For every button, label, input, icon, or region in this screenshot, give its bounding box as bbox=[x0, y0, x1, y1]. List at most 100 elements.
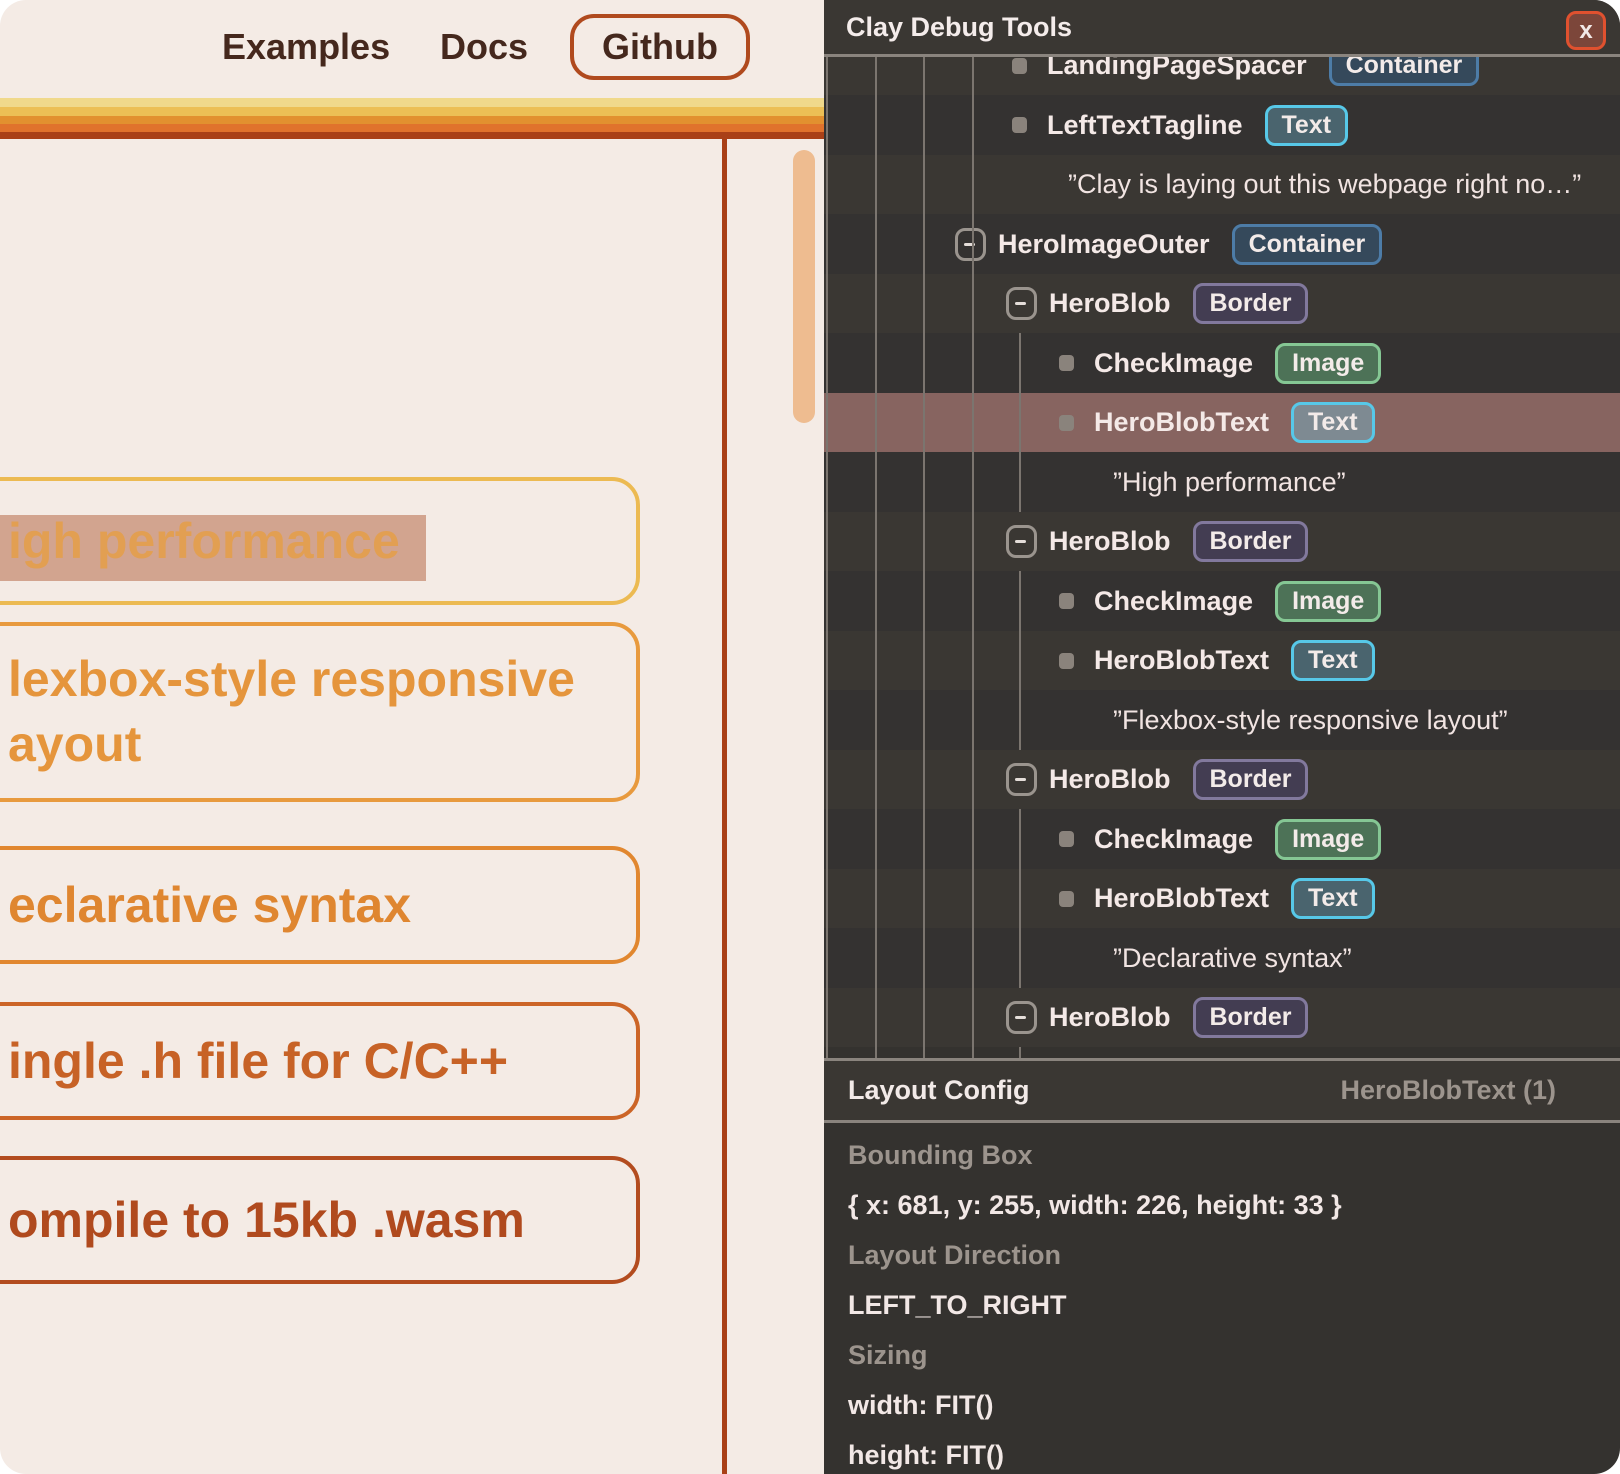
tree-row[interactable]: ”Declarative syntax” bbox=[824, 928, 1620, 988]
config-value: { x: 681, y: 255, width: 226, height: 33… bbox=[848, 1190, 1342, 1221]
leaf-bullet-icon bbox=[1012, 117, 1027, 133]
layout-config-title: Layout Config bbox=[848, 1075, 1029, 1106]
indent-guide bbox=[1019, 571, 1021, 750]
leaf-bullet-icon bbox=[1059, 891, 1074, 907]
element-type-badge: Image bbox=[1275, 343, 1381, 384]
element-tree: LandingPageSpacer Container LeftTextTagl… bbox=[824, 57, 1620, 1058]
feature-box: ingle .h file for C/C++ bbox=[0, 1002, 640, 1120]
collapse-minus-icon[interactable] bbox=[1006, 1001, 1037, 1034]
feature-box: lexbox-style responsive ayout bbox=[0, 622, 640, 802]
tree-row[interactable]: HeroBlob Border bbox=[824, 750, 1620, 810]
page-scrollbar-thumb[interactable] bbox=[793, 150, 815, 423]
element-type-badge: Text bbox=[1291, 402, 1375, 443]
element-name: CheckImage bbox=[1094, 586, 1253, 617]
leaf-bullet-icon bbox=[1059, 831, 1074, 847]
tree-row[interactable]: CheckImage Image bbox=[824, 571, 1620, 631]
config-value: height: FIT() bbox=[848, 1440, 1004, 1471]
element-name: HeroBlob bbox=[1049, 526, 1171, 557]
leaf-bullet-icon bbox=[1059, 355, 1074, 371]
vertical-divider bbox=[722, 139, 727, 1474]
debug-panel-title: Clay Debug Tools bbox=[846, 0, 1072, 54]
tree-row[interactable]: HeroBlob Border bbox=[824, 988, 1620, 1048]
feature-text: igh performance bbox=[8, 509, 400, 574]
nav-link-examples[interactable]: Examples bbox=[222, 26, 390, 68]
collapse-minus-icon[interactable] bbox=[1006, 763, 1037, 796]
tree-row[interactable]: ”High performance” bbox=[824, 452, 1620, 512]
config-label: Sizing bbox=[848, 1340, 928, 1371]
indent-guide bbox=[826, 57, 828, 1058]
element-type-badge: Container bbox=[1329, 57, 1480, 86]
indent-guide bbox=[1019, 333, 1021, 512]
tree-row[interactable]: CheckImage Image bbox=[824, 809, 1620, 869]
feature-box: igh performance bbox=[0, 477, 640, 605]
leaf-bullet-icon bbox=[1059, 593, 1074, 609]
github-button[interactable]: Github bbox=[570, 14, 750, 80]
tree-row[interactable]: LandingPageSpacer Container bbox=[824, 57, 1620, 95]
close-button[interactable]: x bbox=[1566, 11, 1606, 50]
stripe-band bbox=[0, 107, 824, 116]
clay-debug-panel: Clay Debug Tools x LandingPageSpacer Con… bbox=[824, 0, 1620, 1474]
element-name: LandingPageSpacer bbox=[1047, 57, 1307, 81]
element-type-badge: Text bbox=[1291, 878, 1375, 919]
element-text-content: ”Clay is laying out this webpage right n… bbox=[1068, 169, 1581, 200]
tree-row[interactable]: HeroBlob Border bbox=[824, 274, 1620, 334]
tree-row[interactable]: ”Flexbox-style responsive layout” bbox=[824, 690, 1620, 750]
element-text-content: ”High performance” bbox=[1113, 467, 1346, 498]
element-name: HeroBlob bbox=[1049, 288, 1171, 319]
close-icon: x bbox=[1579, 17, 1592, 45]
tree-row[interactable]: LeftTextTagline Text bbox=[824, 95, 1620, 155]
tree-row[interactable]: HeroBlobText Text bbox=[824, 869, 1620, 929]
stripe-band bbox=[0, 124, 824, 132]
element-type-badge: Border bbox=[1193, 521, 1309, 562]
element-name: HeroBlobText bbox=[1094, 883, 1269, 914]
element-type-badge: Image bbox=[1275, 581, 1381, 622]
element-type-badge: Text bbox=[1265, 105, 1349, 146]
feature-box: ompile to 15kb .wasm bbox=[0, 1156, 640, 1284]
element-name: HeroImageOuter bbox=[998, 229, 1210, 260]
element-name: HeroBlobText bbox=[1094, 645, 1269, 676]
element-name: HeroBlob bbox=[1049, 1002, 1171, 1033]
feature-text: lexbox-style responsive ayout bbox=[8, 647, 575, 777]
stripe-band bbox=[0, 98, 824, 107]
element-type-badge: Container bbox=[1232, 224, 1383, 265]
feature-text: eclarative syntax bbox=[8, 873, 411, 938]
element-type-badge: Text bbox=[1291, 640, 1375, 681]
collapse-minus-icon[interactable] bbox=[1006, 287, 1037, 320]
element-text-content: ”Flexbox-style responsive layout” bbox=[1113, 705, 1508, 736]
indent-guide bbox=[972, 57, 974, 1058]
indent-guide bbox=[1019, 1047, 1021, 1058]
feature-box: eclarative syntax bbox=[0, 846, 640, 964]
config-label: Layout Direction bbox=[848, 1240, 1061, 1271]
config-value: LEFT_TO_RIGHT bbox=[848, 1290, 1067, 1321]
tree-row[interactable]: CheckImage Image bbox=[824, 333, 1620, 393]
nav-link-docs[interactable]: Docs bbox=[440, 26, 528, 68]
element-name: LeftTextTagline bbox=[1047, 110, 1243, 141]
debug-panel-header: Clay Debug Tools x bbox=[824, 0, 1620, 57]
layout-config-body: Bounding Box { x: 681, y: 255, width: 226… bbox=[848, 1130, 1596, 1474]
feature-text: ompile to 15kb .wasm bbox=[8, 1188, 525, 1253]
tree-row[interactable]: HeroImageOuter Container bbox=[824, 214, 1620, 274]
indent-guide bbox=[923, 57, 925, 1058]
indent-guide bbox=[875, 57, 877, 1058]
feature-text: ingle .h file for C/C++ bbox=[8, 1029, 508, 1094]
app-window: Examples Docs Github igh performance lex… bbox=[0, 0, 1620, 1474]
indent-guide bbox=[1019, 809, 1021, 988]
element-type-badge: Border bbox=[1193, 283, 1309, 324]
config-label: Bounding Box bbox=[848, 1140, 1032, 1171]
collapse-minus-icon[interactable] bbox=[955, 228, 986, 261]
element-type-badge: Image bbox=[1275, 819, 1381, 860]
leaf-bullet-icon bbox=[1059, 415, 1074, 431]
element-type-badge: Border bbox=[1193, 997, 1309, 1038]
tree-row[interactable]: ”Clay is laying out this webpage right n… bbox=[824, 155, 1620, 215]
tree-row[interactable]: HeroBlobText Text bbox=[824, 393, 1620, 453]
collapse-minus-icon[interactable] bbox=[1006, 525, 1037, 558]
leaf-bullet-icon bbox=[1059, 653, 1074, 669]
stripe-band bbox=[0, 116, 824, 124]
element-name: CheckImage bbox=[1094, 824, 1253, 855]
tree-row[interactable]: HeroBlob Border bbox=[824, 512, 1620, 572]
tree-row[interactable]: HeroBlobText Text bbox=[824, 631, 1620, 691]
selected-element-name: HeroBlobText (1) bbox=[1340, 1075, 1556, 1106]
element-name: HeroBlob bbox=[1049, 764, 1171, 795]
element-type-badge: Border bbox=[1193, 759, 1309, 800]
leaf-bullet-icon bbox=[1012, 58, 1027, 74]
